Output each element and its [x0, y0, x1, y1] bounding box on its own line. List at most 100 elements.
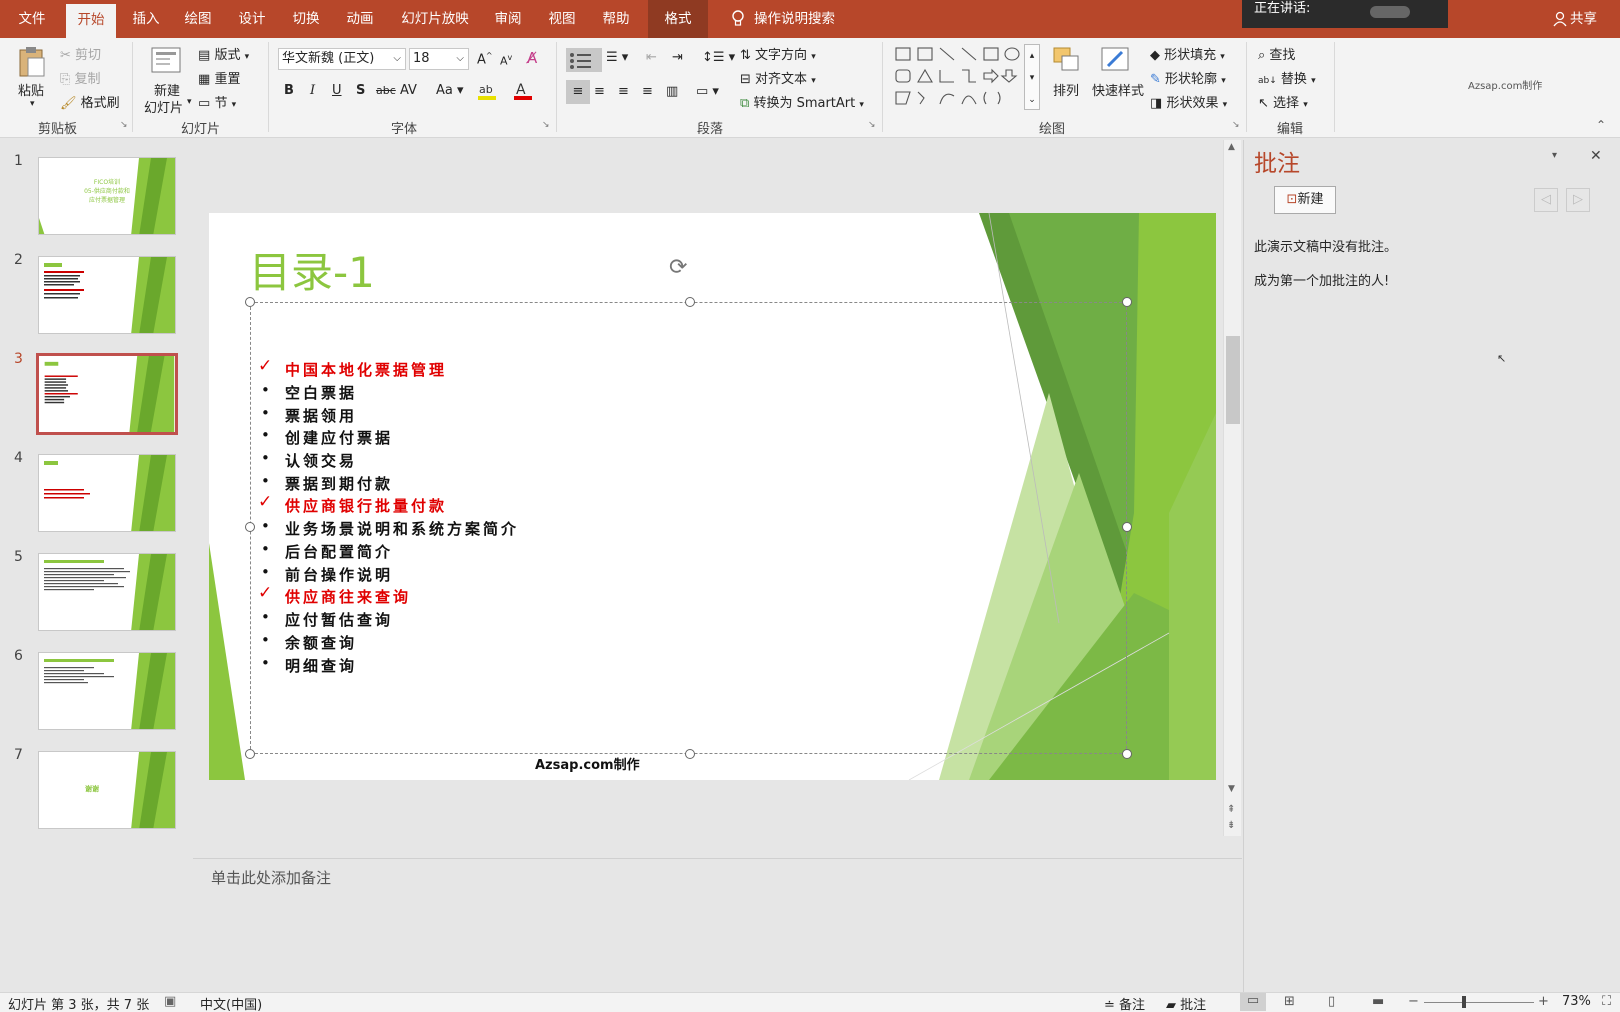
language-indicator[interactable]: 中文(中国) [200, 994, 262, 1012]
slide-thumbnail-4[interactable] [38, 454, 176, 532]
text-direction-button[interactable]: ⇅ 文字方向 ▾ [740, 44, 816, 63]
paste-button[interactable]: 粘贴 [18, 80, 44, 99]
paste-dropdown-icon[interactable]: ▾ [30, 99, 35, 109]
align-right-button[interactable]: ≡ [618, 84, 629, 99]
bold-button[interactable]: B [284, 83, 294, 98]
increase-font-size-button[interactable]: A^ [477, 51, 493, 67]
tab-file[interactable]: 文件 [10, 0, 54, 38]
editor-scrollbar[interactable]: ▲ ▼ ⇞ ⇟ [1223, 140, 1241, 836]
tab-review[interactable]: 审阅 [486, 0, 530, 38]
resize-handle[interactable] [685, 297, 695, 307]
slide-sorter-icon[interactable]: ⊞ [1284, 994, 1295, 1009]
strikethrough-button[interactable]: abc [376, 84, 396, 97]
normal-view-icon[interactable]: ▭ [1240, 993, 1266, 1011]
resize-handle[interactable] [1122, 522, 1132, 532]
slide-canvas[interactable]: 目录-1 ⟳ ✓ 中国本地化票据管理 • 空白票据 • 票据领用 • 创建应付票… [209, 213, 1216, 780]
previous-slide-icon[interactable]: ⇞ [1227, 804, 1235, 815]
spellcheck-icon[interactable]: ▣ [164, 994, 176, 1009]
resize-handle[interactable] [245, 749, 255, 759]
tab-transitions[interactable]: 切换 [284, 0, 328, 38]
tab-slideshow[interactable]: 幻灯片放映 [396, 0, 474, 38]
slide-thumbnail-5[interactable] [38, 553, 176, 631]
zoom-slider-thumb[interactable] [1462, 996, 1466, 1008]
drawing-launcher-icon[interactable]: ↘ [1232, 120, 1240, 130]
next-slide-icon[interactable]: ⇟ [1227, 820, 1235, 831]
decrease-indent-button[interactable]: ⇤ [646, 50, 657, 65]
tell-me-search[interactable]: 操作说明搜索 [754, 0, 840, 38]
character-spacing-button[interactable]: AV [400, 83, 417, 98]
scroll-up-icon[interactable]: ▲ [1228, 142, 1235, 152]
tab-home[interactable]: 开始 [66, 4, 116, 38]
clipboard-launcher-icon[interactable]: ↘ [120, 120, 128, 130]
resize-handle[interactable] [1122, 297, 1132, 307]
tab-insert[interactable]: 插入 [124, 0, 168, 38]
reset-button[interactable]: ▦ 重置 [198, 68, 240, 87]
change-case-button[interactable]: Aa ▾ [436, 83, 464, 98]
notes-toggle[interactable]: ≐ 备注 [1104, 994, 1145, 1012]
align-center-button[interactable]: ≡ [594, 84, 605, 99]
close-icon[interactable]: ✕ [1590, 148, 1602, 164]
copy-button[interactable]: ⎘ 复制 [60, 68, 101, 87]
arrange-icon[interactable] [1052, 44, 1082, 76]
layout-button[interactable]: ▤ 版式 ▾ [198, 44, 249, 63]
new-slide-label-2[interactable]: 幻灯片 [144, 97, 183, 116]
align-text-button[interactable]: ⊟ 对齐文本 ▾ [740, 68, 816, 87]
slide-title[interactable]: 目录-1 [249, 239, 375, 300]
quick-styles-icon[interactable] [1098, 44, 1132, 76]
zoom-out-icon[interactable]: − [1408, 994, 1419, 1009]
align-left-button[interactable]: ≡ [566, 80, 590, 104]
reading-view-icon[interactable]: ▯ [1328, 994, 1335, 1009]
justify-button[interactable]: ≡ [642, 84, 653, 99]
shape-effects-button[interactable]: ◨ 形状效果 ▾ [1150, 92, 1227, 111]
select-button[interactable]: ↖ 选择 ▾ [1258, 92, 1308, 111]
bullets-button[interactable] [566, 48, 602, 72]
shapes-gallery-scroll[interactable]: ▴ ▾ ⌄ [1024, 44, 1040, 110]
format-painter-button[interactable]: 🖌 格式刷 [60, 92, 120, 111]
tab-animations[interactable]: 动画 [338, 0, 382, 38]
scroll-down-icon[interactable]: ▼ [1228, 784, 1235, 794]
font-color-button[interactable]: A [512, 80, 538, 106]
notes-placeholder[interactable]: 单击此处添加备注 [211, 867, 331, 888]
numbering-button[interactable]: ☰ ▾ [606, 50, 628, 65]
next-comment-icon[interactable]: ▷ [1566, 188, 1590, 212]
increase-indent-button[interactable]: ⇥ [672, 50, 683, 65]
quick-styles-label[interactable]: 快速样式 [1092, 80, 1144, 99]
resize-handle[interactable] [685, 749, 695, 759]
cut-button[interactable]: ✂ 剪切 [60, 44, 101, 63]
text-shadow-button[interactable]: S [356, 83, 365, 98]
decrease-font-size-button[interactable]: Av [500, 53, 512, 68]
font-family-select[interactable]: 华文新魏 (正文) ⌵ [278, 48, 406, 70]
highlight-color-button[interactable]: ab [476, 80, 502, 106]
shape-outline-button[interactable]: ✎ 形状轮廓 ▾ [1150, 68, 1226, 87]
share-button[interactable]: 共享 [1570, 0, 1604, 38]
zoom-slider[interactable] [1424, 1002, 1534, 1003]
rotate-handle-icon[interactable]: ⟳ [669, 255, 687, 280]
new-slide-icon[interactable] [150, 44, 184, 76]
resize-handle[interactable] [1122, 749, 1132, 759]
shapes-gallery[interactable] [892, 44, 1042, 110]
zoom-in-icon[interactable]: + [1538, 994, 1549, 1009]
line-spacing-button[interactable]: ↕☰ ▾ [702, 50, 735, 65]
collapse-ribbon-icon[interactable]: ⌃ [1596, 118, 1606, 132]
slideshow-view-icon[interactable]: ▬ [1372, 994, 1384, 1009]
paste-icon[interactable] [16, 44, 48, 78]
section-button[interactable]: ▭ 节 ▾ [198, 92, 236, 111]
columns-button[interactable]: ▥ [666, 84, 678, 99]
tab-help[interactable]: 帮助 [594, 0, 638, 38]
underline-button[interactable]: U [332, 83, 342, 98]
convert-smartart-button[interactable]: ⧉ 转换为 SmartArt ▾ [740, 92, 864, 111]
tab-view[interactable]: 视图 [540, 0, 584, 38]
slide-thumbnail-6[interactable] [38, 652, 176, 730]
slide-thumbnail-1[interactable]: FICO培训 05-供应商付款和 应付票据管理 [38, 157, 176, 235]
previous-comment-icon[interactable]: ◁ [1534, 188, 1558, 212]
font-launcher-icon[interactable]: ↘ [542, 120, 550, 130]
resize-handle[interactable] [245, 522, 255, 532]
font-size-select[interactable]: 18 ⌵ [409, 48, 469, 70]
paragraph-settings-button[interactable]: ▭ ▾ [696, 84, 719, 99]
fit-to-window-icon[interactable]: ⛶ [1602, 994, 1611, 1009]
tab-draw[interactable]: 绘图 [176, 0, 220, 38]
pane-options-icon[interactable]: ▾ [1552, 150, 1557, 161]
tab-design[interactable]: 设计 [230, 0, 274, 38]
slide-thumbnail-3-selected[interactable] [36, 353, 178, 435]
shape-fill-button[interactable]: ◆ 形状填充 ▾ [1150, 44, 1225, 63]
